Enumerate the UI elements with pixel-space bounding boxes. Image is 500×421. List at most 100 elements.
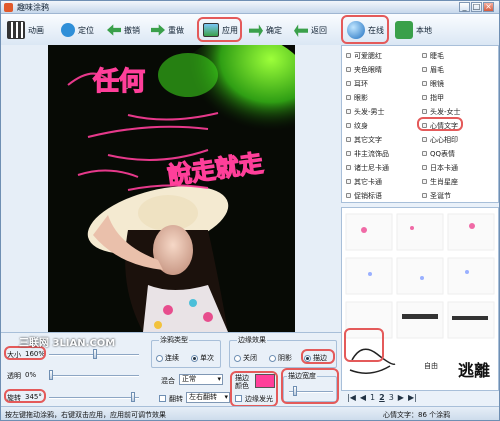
paint-type-continuous[interactable]: 连续 xyxy=(156,353,179,363)
stroke-width-highlight xyxy=(281,368,339,404)
thumb-text-2: 逃離 xyxy=(458,361,490,380)
local-button[interactable]: 本地 xyxy=(395,16,432,44)
redo-button[interactable]: 重做 xyxy=(151,20,184,40)
paint-type-single[interactable]: 单次 xyxy=(191,353,214,363)
toolbar: 动画 定位 撤销 重做 应用 确定 返回 在线 本地 xyxy=(1,14,499,46)
category-bullet-icon xyxy=(422,67,427,72)
signature-mark: · xyxy=(126,85,128,93)
rotate-slider[interactable] xyxy=(49,397,139,399)
category-bullet-icon xyxy=(422,53,427,58)
category-bullet-icon xyxy=(422,137,427,142)
category-bullet-icon xyxy=(422,179,427,184)
photo-artwork: 任何 說走就走 · xyxy=(48,45,295,332)
apply-highlight xyxy=(197,17,242,42)
category-item[interactable]: 促销标语 xyxy=(346,190,382,201)
category-bullet-icon xyxy=(422,151,427,156)
opacity-value: 0% xyxy=(25,371,37,379)
category-item[interactable]: 耳环 xyxy=(346,78,368,89)
category-item[interactable]: 圣诞节 xyxy=(422,190,451,201)
maximize-button[interactable]: □ xyxy=(471,2,482,12)
locate-icon xyxy=(61,23,75,37)
category-item[interactable]: 眼影 xyxy=(346,92,368,103)
flip-select[interactable]: 左右翻转 xyxy=(186,392,230,403)
selected-category-highlight xyxy=(417,117,463,131)
page-3[interactable]: 3 xyxy=(389,393,394,402)
online-highlight xyxy=(341,15,389,44)
art-text-1: 任何 xyxy=(92,67,145,97)
category-bullet-icon xyxy=(422,109,427,114)
category-bullet-icon xyxy=(422,193,427,198)
category-item[interactable]: 眼镜 xyxy=(422,78,444,89)
thumb-text-1: 自由 xyxy=(424,361,438,370)
undo-button[interactable]: 撤销 xyxy=(107,20,140,40)
category-bullet-icon xyxy=(346,95,351,100)
blend-select[interactable]: 正常 xyxy=(179,374,223,385)
edge-off[interactable]: 关闭 xyxy=(234,353,257,363)
pager: |◀ ◀ 1 2 3 ▶ ▶| xyxy=(347,393,417,402)
category-item[interactable]: 头发-男士 xyxy=(346,106,385,117)
category-bullet-icon xyxy=(346,179,351,184)
category-item[interactable]: 眉毛 xyxy=(422,64,444,75)
edge-effect-title: 边缘效果 xyxy=(237,335,267,345)
opacity-label: 透明 xyxy=(7,372,21,380)
flip-checkbox[interactable] xyxy=(159,395,166,402)
category-item[interactable]: 纹身 xyxy=(346,120,368,131)
edge-shadow[interactable]: 阴影 xyxy=(269,353,292,363)
prev-page-button[interactable]: ◀ xyxy=(360,393,366,402)
redo-arrow-icon xyxy=(151,24,165,36)
category-item[interactable]: 心心相印 xyxy=(422,134,458,145)
thumbnail-grid: 自由 逃離 xyxy=(341,207,499,391)
category-bullet-icon xyxy=(346,151,351,156)
category-item[interactable]: 生肖星座 xyxy=(422,176,458,187)
category-bullet-icon xyxy=(422,81,427,86)
category-item[interactable]: 可爱腮红 xyxy=(346,50,382,61)
page-1[interactable]: 1 xyxy=(370,393,375,402)
window-title: 趣味涂鸦 xyxy=(17,3,49,12)
watermark: 三联网 3LIAN.COM xyxy=(19,338,116,349)
title-bar: 趣味涂鸦 _ □ × xyxy=(1,1,499,14)
category-bullet-icon xyxy=(346,123,351,128)
category-bullet-icon xyxy=(346,53,351,58)
stroke-color-highlight xyxy=(230,371,278,407)
category-bullet-icon xyxy=(346,137,351,142)
category-item[interactable]: 日本卡通 xyxy=(422,162,458,173)
confirm-button[interactable]: 确定 xyxy=(249,20,282,40)
back-button[interactable]: 返回 xyxy=(294,20,327,40)
category-bullet-icon xyxy=(346,67,351,72)
local-folder-icon xyxy=(395,21,413,39)
category-bullet-icon xyxy=(346,193,351,198)
rotate-slider-thumb[interactable] xyxy=(131,392,135,402)
category-item[interactable]: 其它卡通 xyxy=(346,176,382,187)
category-item[interactable]: 夹色眼睛 xyxy=(346,64,382,75)
last-page-button[interactable]: ▶| xyxy=(408,393,417,402)
left-margin xyxy=(1,45,48,332)
status-hint: 按左键拖动涂鸦，右键双击应用，应用前可调节效果 xyxy=(5,411,166,419)
app-window: 趣味涂鸦 _ □ × 动画 定位 撤销 重做 应用 确定 返回 在线 本地 任何… xyxy=(0,0,500,421)
selected-thumbnail-highlight[interactable] xyxy=(344,328,384,362)
category-item[interactable]: 非主流饰品 xyxy=(346,148,389,159)
opacity-slider-thumb[interactable] xyxy=(49,370,53,380)
category-panel: 可爱腮红夹色眼睛耳环眼影头发-男士纹身其它文字非主流饰品诸士尼卡通其它卡通促销标… xyxy=(341,45,499,203)
category-item[interactable]: QQ表情 xyxy=(422,148,455,159)
minimize-button[interactable]: _ xyxy=(459,2,470,12)
category-item[interactable]: 头发-女士 xyxy=(422,106,461,117)
category-item[interactable]: 其它文字 xyxy=(346,134,382,145)
size-slider-thumb[interactable] xyxy=(93,349,97,359)
category-item[interactable]: 指甲 xyxy=(422,92,444,103)
opacity-slider[interactable] xyxy=(49,375,139,377)
edge-stroke-highlight xyxy=(301,349,335,364)
next-page-button[interactable]: ▶ xyxy=(398,393,404,402)
page-2-current[interactable]: 2 xyxy=(379,393,385,402)
first-page-button[interactable]: |◀ xyxy=(347,393,356,402)
close-button[interactable]: × xyxy=(483,2,494,12)
animation-button[interactable]: 动画 xyxy=(7,16,44,44)
locate-button[interactable]: 定位 xyxy=(61,20,94,40)
category-item[interactable]: 睫毛 xyxy=(422,50,444,61)
status-count: 心情文字：86 个涂鸦 xyxy=(383,411,451,419)
status-bar: 按左键拖动涂鸦，右键双击应用，应用前可调节效果 心情文字：86 个涂鸦 xyxy=(1,406,499,420)
category-item[interactable]: 诸士尼卡通 xyxy=(346,162,389,173)
right-margin xyxy=(295,45,341,332)
paint-type-title: 涂鸦类型 xyxy=(159,335,189,345)
category-bullet-icon xyxy=(346,165,351,170)
photo-canvas[interactable]: 任何 說走就走 · xyxy=(48,45,295,332)
